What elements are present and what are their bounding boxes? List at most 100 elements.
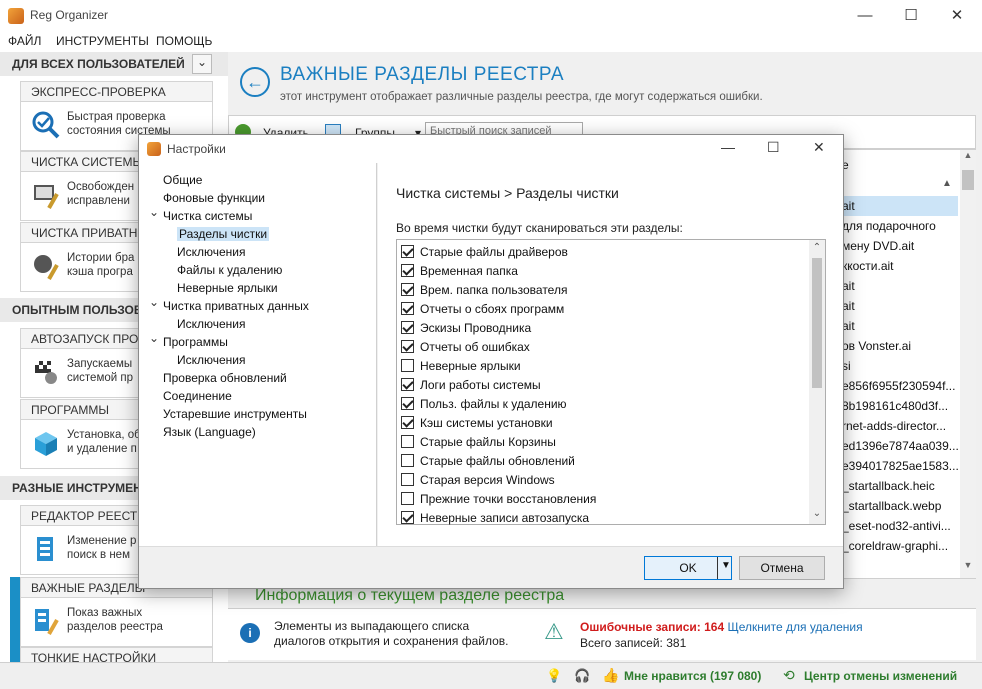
minimize-button[interactable]: — — [842, 0, 888, 30]
tree-item[interactable]: ⌄ Чистка приватных данных — [149, 295, 309, 313]
tree-item[interactable]: Общие — [163, 173, 202, 187]
section-for-all-users[interactable]: ДЛЯ ВСЕХ ПОЛЬЗОВАТЕЛЕЙ ⌄ — [0, 52, 228, 76]
sort-up-icon[interactable]: ▲ — [942, 178, 952, 189]
list-scrollbar[interactable]: ▲ ▼ — [960, 150, 976, 578]
checkbox-label: Польз. файлы к удалению — [420, 396, 567, 411]
checkbox-item[interactable]: Неверные записи автозапуска — [401, 508, 589, 527]
checklist-scroll-thumb[interactable] — [812, 258, 822, 388]
table-row[interactable]: _startallback.heic — [842, 479, 935, 493]
table-row[interactable]: ов Vonster.ai — [842, 339, 911, 353]
checkbox[interactable] — [401, 359, 414, 372]
checkbox-item[interactable]: Отчеты о сбоях программ — [401, 299, 564, 318]
checkbox[interactable] — [401, 454, 414, 467]
undo-center-icon: ⟲ — [783, 667, 795, 683]
checkbox[interactable] — [401, 511, 414, 524]
checkbox-item[interactable]: Кэш системы установки — [401, 413, 553, 432]
table-row[interactable]: мену DVD.ait — [842, 239, 914, 253]
scan-sections-list[interactable]: Старые файлы драйверов Временная папка Вре… — [396, 239, 826, 525]
chevron-down-icon[interactable]: ⌄ — [192, 54, 212, 74]
table-row[interactable]: _coreldraw-graphi... — [842, 539, 948, 553]
table-row[interactable]: _startallback.webp — [842, 499, 941, 513]
table-row[interactable]: для подарочного — [842, 219, 936, 233]
menu-tools[interactable]: ИНСТРУМЕНТЫ — [56, 34, 149, 48]
scroll-down-icon[interactable]: ⌄ — [809, 508, 825, 519]
checkbox-label: Старая версия Windows — [420, 472, 555, 487]
close-button[interactable]: ✕ — [934, 0, 980, 30]
tree-item[interactable]: ⌄ Чистка системы — [149, 205, 252, 223]
checkbox-item[interactable]: Неверные ярлыки — [401, 356, 521, 375]
ok-button[interactable]: OK ▼ — [644, 556, 732, 580]
card-fine-tuning[interactable]: ТОНКИЕ НАСТРОЙКИ — [20, 647, 213, 663]
like-button[interactable]: Мне нравится (197 080) — [624, 669, 761, 683]
tree-item[interactable]: Исключения — [177, 317, 246, 331]
checkbox-label: Временная папка — [420, 263, 518, 278]
checkbox-item[interactable]: Старая версия Windows — [401, 470, 555, 489]
checkbox-item[interactable]: Врем. папка пользователя — [401, 280, 567, 299]
checkbox[interactable] — [401, 416, 414, 429]
menu-file[interactable]: ФАЙЛ — [8, 34, 41, 48]
tree-item[interactable]: Фоновые функции — [163, 191, 265, 205]
tree-item[interactable]: Файлы к удалению — [177, 263, 282, 277]
menu-help[interactable]: ПОМОЩЬ — [156, 34, 212, 48]
lightbulb-icon[interactable]: 💡 — [546, 668, 562, 684]
checkbox[interactable] — [401, 264, 414, 277]
chevron-down-icon[interactable]: ⌄ — [149, 295, 159, 309]
table-row[interactable]: ed1396e7874aa039... — [842, 439, 959, 453]
scroll-up-icon[interactable]: ⌃ — [809, 242, 825, 253]
checkbox-item[interactable]: Логи работы системы — [401, 375, 541, 394]
checkbox[interactable] — [401, 473, 414, 486]
checkbox-item[interactable]: Эскизы Проводника — [401, 318, 531, 337]
undo-center-button[interactable]: Центр отмены изменений — [804, 669, 957, 683]
scroll-down-icon[interactable]: ▼ — [960, 560, 976, 576]
chevron-down-icon[interactable]: ⌄ — [149, 205, 159, 219]
table-row[interactable]: e856f6955f230594f... — [842, 379, 955, 393]
ok-dropdown-icon[interactable]: ▼ — [721, 560, 731, 571]
window-title: Reg Organizer — [30, 8, 109, 22]
checkbox-item[interactable]: Прежние точки восстановления — [401, 489, 596, 508]
tree-item[interactable]: Неверные ярлыки — [177, 281, 278, 295]
tree-item[interactable]: Соединение — [163, 389, 232, 403]
dialog-minimize-button[interactable]: — — [721, 139, 735, 155]
card-line1: Быстрая проверка — [67, 111, 166, 123]
tree-item[interactable]: Устаревшие инструменты — [163, 407, 307, 421]
table-row[interactable]: rnet-adds-director... — [842, 419, 946, 433]
checkbox-item[interactable]: Старые файлы обновлений — [401, 451, 575, 470]
checkbox[interactable] — [401, 378, 414, 391]
info-panel: i Элементы из выпадающего списка диалого… — [228, 608, 976, 660]
scroll-up-icon[interactable]: ▲ — [960, 150, 976, 166]
chevron-down-icon[interactable]: ⌄ — [149, 331, 159, 345]
checkbox[interactable] — [401, 397, 414, 410]
checkbox-item[interactable]: Отчеты об ошибках — [401, 337, 530, 356]
checkbox[interactable] — [401, 492, 414, 505]
checklist-scrollbar[interactable]: ⌃ ⌄ — [809, 240, 825, 524]
checkbox[interactable] — [401, 302, 414, 315]
checkbox[interactable] — [401, 283, 414, 296]
tree-item[interactable]: Исключения — [177, 245, 246, 259]
checkbox-item[interactable]: Старые файлы Корзины — [401, 432, 556, 451]
checkbox[interactable] — [401, 340, 414, 353]
maximize-button[interactable]: ☐ — [888, 0, 934, 30]
checkbox-item[interactable]: Старые файлы драйверов — [401, 242, 568, 261]
table-row[interactable]: ккости.ait — [842, 259, 894, 273]
dialog-maximize-button[interactable]: ☐ — [767, 139, 780, 156]
delete-errors-link[interactable]: Щелкните для удаления — [728, 620, 863, 634]
dialog-footer: OK ▼ Отмена — [139, 546, 843, 588]
checkbox-item[interactable]: Польз. файлы к удалению — [401, 394, 567, 413]
table-row[interactable]: 8b198161c480d3f... — [842, 399, 948, 413]
cancel-button[interactable]: Отмена — [739, 556, 825, 580]
scroll-thumb[interactable] — [962, 170, 974, 190]
tree-item[interactable]: Проверка обновлений — [163, 371, 287, 385]
checkbox[interactable] — [401, 245, 414, 258]
back-button[interactable]: ← — [240, 67, 270, 97]
checkbox[interactable] — [401, 321, 414, 334]
tree-item[interactable]: Язык (Language) — [163, 425, 256, 439]
tree-item[interactable]: Разделы чистки — [177, 227, 270, 241]
checkbox-item[interactable]: Временная папка — [401, 261, 518, 280]
tree-item[interactable]: ⌄ Программы — [149, 331, 228, 349]
support-icon[interactable]: 🎧 — [574, 668, 590, 684]
tree-item[interactable]: Исключения — [177, 353, 246, 367]
table-row[interactable]: _eset-nod32-antivi... — [842, 519, 951, 533]
table-row[interactable]: e394017825ae1583... — [842, 459, 959, 473]
checkbox[interactable] — [401, 435, 414, 448]
dialog-close-button[interactable]: ✕ — [813, 139, 825, 156]
